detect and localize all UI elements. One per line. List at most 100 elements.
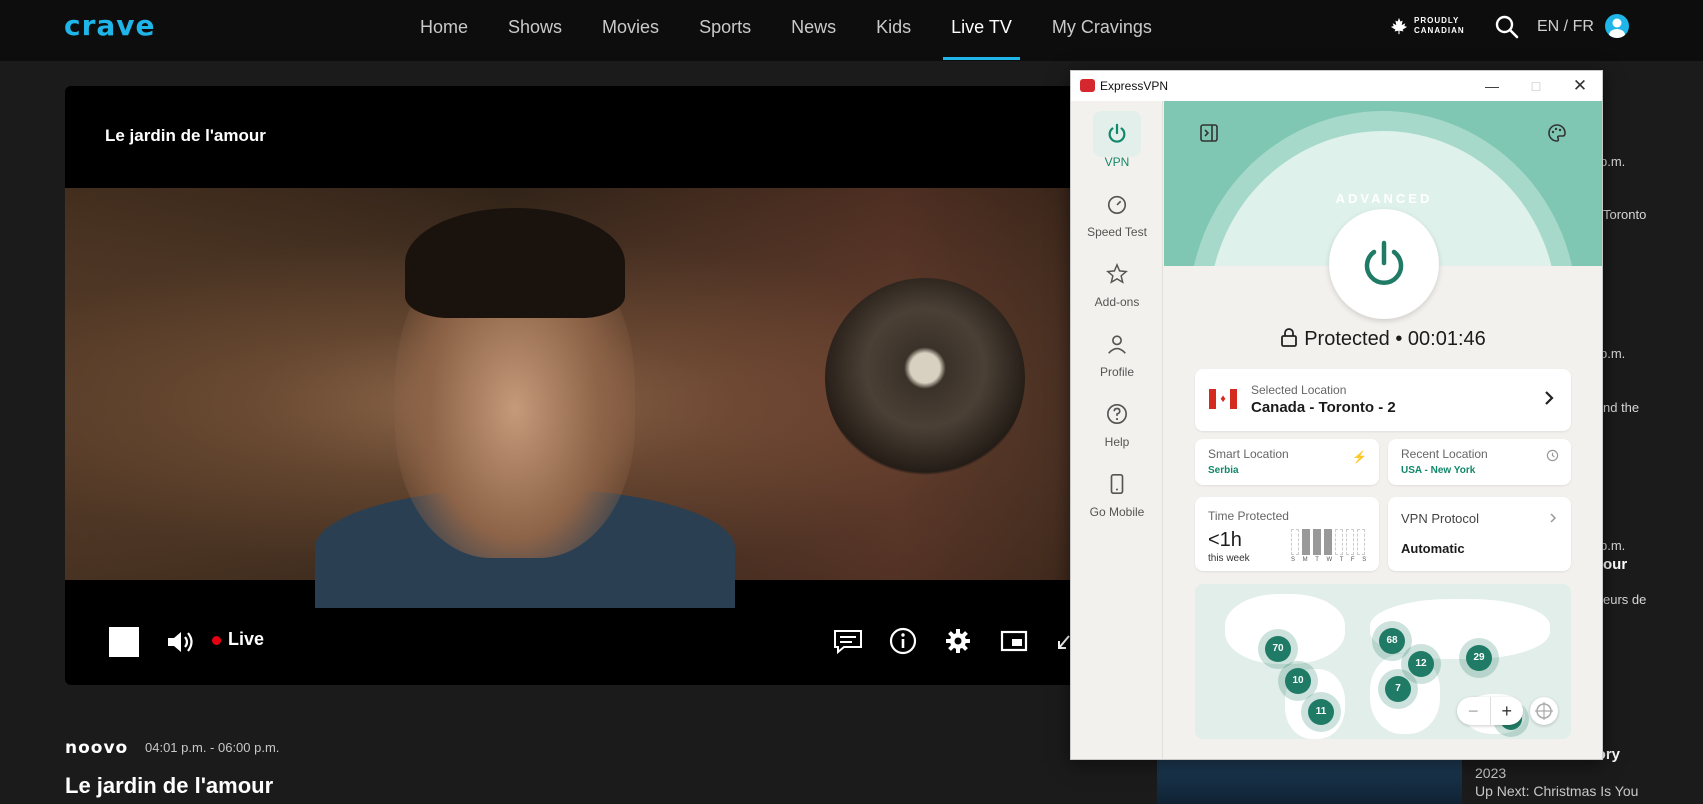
vpn-sidebar: VPN Speed Test Add-ons Profile Help Go M… [1071, 101, 1163, 759]
sidebar-label: Speed Test [1087, 225, 1147, 239]
schedule-card-up-next: Up Next: Christmas Is You [1475, 783, 1639, 799]
expressvpn-window: ExpressVPN — □ ✕ VPN Speed Test Add-ons [1070, 70, 1603, 760]
nav-news[interactable]: News [791, 0, 836, 61]
sidebar-label: Profile [1099, 365, 1134, 379]
video-frame[interactable] [65, 188, 1175, 608]
maximize-button[interactable]: □ [1514, 71, 1558, 101]
map-zoom-control: − + [1457, 697, 1523, 725]
program-time-range: 04:01 p.m. - 06:00 p.m. [145, 740, 280, 755]
server-cluster[interactable]: 29 [1466, 645, 1492, 671]
schedule-time: p.m. [1600, 154, 1626, 169]
smart-location-label: Smart Location [1208, 447, 1289, 461]
server-cluster[interactable]: 12 [1408, 651, 1434, 677]
maple-leaf-icon [1390, 17, 1408, 35]
live-label: Live [228, 629, 265, 649]
user-avatar-icon[interactable] [1605, 14, 1629, 38]
nav-live-tv[interactable]: Live TV [943, 0, 1020, 61]
program-title: Le jardin de l'amour [65, 773, 274, 798]
selected-location-label: Selected Location [1251, 383, 1347, 397]
vpn-main-panel: ADVANCED Protected • 00:01:46 ♦ Selected… [1164, 101, 1602, 759]
nav-my-cravings[interactable]: My Cravings [1052, 0, 1152, 61]
language-toggle[interactable]: EN / FR [1537, 18, 1594, 36]
sidebar-label: Go Mobile [1089, 505, 1145, 519]
week-days-label: S M T W T F S [1291, 557, 1370, 563]
search-icon[interactable] [1494, 14, 1520, 40]
schedule-text: eurs de [1603, 592, 1647, 607]
recent-location-label: Recent Location [1401, 447, 1488, 461]
chevron-right-icon [1543, 389, 1555, 412]
schedule-text: Toronto [1603, 207, 1647, 222]
selected-location-card[interactable]: ♦ Selected Location Canada - Toronto - 2 [1195, 369, 1571, 431]
time-protected-sub: this week [1208, 553, 1250, 564]
nav-sports[interactable]: Sports [699, 0, 751, 61]
speedometer-icon [1093, 181, 1141, 227]
picture-in-picture-icon[interactable] [998, 626, 1030, 656]
time-protected-card[interactable]: Time Protected <1h this week S M T W T F… [1195, 497, 1379, 571]
info-icon[interactable] [887, 626, 919, 656]
zoom-in-button[interactable]: + [1491, 697, 1524, 725]
power-icon [1364, 240, 1404, 285]
user-icon [1093, 321, 1141, 367]
top-navigation: crave Home Shows Movies Sports News Kids… [0, 0, 1703, 61]
nav-home[interactable]: Home [420, 0, 468, 61]
proudly-canadian-badge: PROUDLY CANADIAN [1390, 16, 1465, 36]
player-title: Le jardin de l'amour [105, 126, 266, 145]
weekly-usage-bars [1291, 529, 1367, 555]
sidebar-item-add-ons[interactable]: Add-ons [1071, 251, 1163, 315]
advanced-label: ADVANCED [1335, 191, 1433, 206]
video-player[interactable]: Le jardin de l'amour Live [65, 86, 1175, 685]
server-cluster[interactable]: 11 [1308, 699, 1334, 725]
program-thumbnail[interactable] [1157, 757, 1462, 804]
close-button[interactable]: ✕ [1558, 71, 1602, 101]
time-protected-label: Time Protected [1208, 509, 1289, 523]
volume-icon[interactable] [165, 627, 197, 657]
zoom-out-button[interactable]: − [1457, 697, 1491, 725]
vpn-protocol-card[interactable]: VPN Protocol Automatic [1388, 497, 1571, 571]
channel-logo: noovo [65, 738, 129, 758]
crave-logo[interactable]: crave [64, 9, 156, 42]
time-protected-value: <1h [1208, 529, 1242, 551]
window-titlebar[interactable]: ExpressVPN — □ ✕ [1071, 71, 1602, 101]
protocol-label: VPN Protocol [1401, 511, 1480, 526]
subtitles-icon[interactable] [832, 626, 864, 656]
sidebar-item-vpn[interactable]: VPN [1071, 111, 1163, 175]
recent-location-card[interactable]: Recent Location USA - New York [1388, 439, 1571, 485]
server-cluster[interactable]: 10 [1285, 668, 1311, 694]
proudly-text: PROUDLY [1414, 16, 1460, 25]
lightning-icon: ⚡ [1352, 450, 1367, 464]
smart-location-card[interactable]: Smart Location Serbia ⚡ [1195, 439, 1379, 485]
sidebar-item-go-mobile[interactable]: Go Mobile [1071, 461, 1163, 525]
theme-palette-icon[interactable] [1547, 123, 1567, 148]
status-text: Protected • 00:01:46 [1304, 328, 1486, 350]
connect-power-button[interactable] [1329, 209, 1439, 319]
schedule-time: p.m. [1600, 346, 1626, 361]
sidebar-label: VPN [1104, 155, 1130, 169]
schedule-card-year: 2023 [1475, 765, 1507, 781]
expressvpn-logo-icon [1080, 79, 1095, 92]
server-cluster[interactable]: 7 [1385, 676, 1411, 702]
sidebar-item-profile[interactable]: Profile [1071, 321, 1163, 385]
stop-button[interactable] [109, 627, 139, 657]
nav-movies[interactable]: Movies [602, 0, 659, 61]
server-cluster[interactable]: 68 [1379, 628, 1405, 654]
server-map[interactable]: 70 10 11 68 12 7 29 8 − + [1195, 584, 1571, 739]
star-icon [1093, 251, 1141, 297]
canadian-text: CANADIAN [1414, 26, 1465, 35]
sidebar-item-speed-test[interactable]: Speed Test [1071, 181, 1163, 245]
video-hair [405, 208, 625, 318]
live-indicator-dot [212, 636, 221, 645]
locate-icon[interactable] [1530, 697, 1558, 725]
server-cluster[interactable]: 70 [1265, 636, 1291, 662]
minimize-button[interactable]: — [1470, 71, 1514, 101]
settings-gear-icon[interactable] [942, 626, 974, 656]
canada-flag-icon: ♦ [1209, 389, 1237, 409]
nav-links: Home Shows Movies Sports News Kids Live … [420, 0, 1192, 61]
nav-kids[interactable]: Kids [876, 0, 911, 61]
sidebar-label: Add-ons [1094, 295, 1140, 309]
collapse-sidebar-icon[interactable] [1199, 123, 1219, 148]
video-prop [825, 278, 1025, 478]
nav-shows[interactable]: Shows [508, 0, 562, 61]
sidebar-item-help[interactable]: Help [1071, 391, 1163, 455]
clock-icon [1546, 449, 1559, 467]
selected-location-value: Canada - Toronto - 2 [1251, 399, 1396, 416]
